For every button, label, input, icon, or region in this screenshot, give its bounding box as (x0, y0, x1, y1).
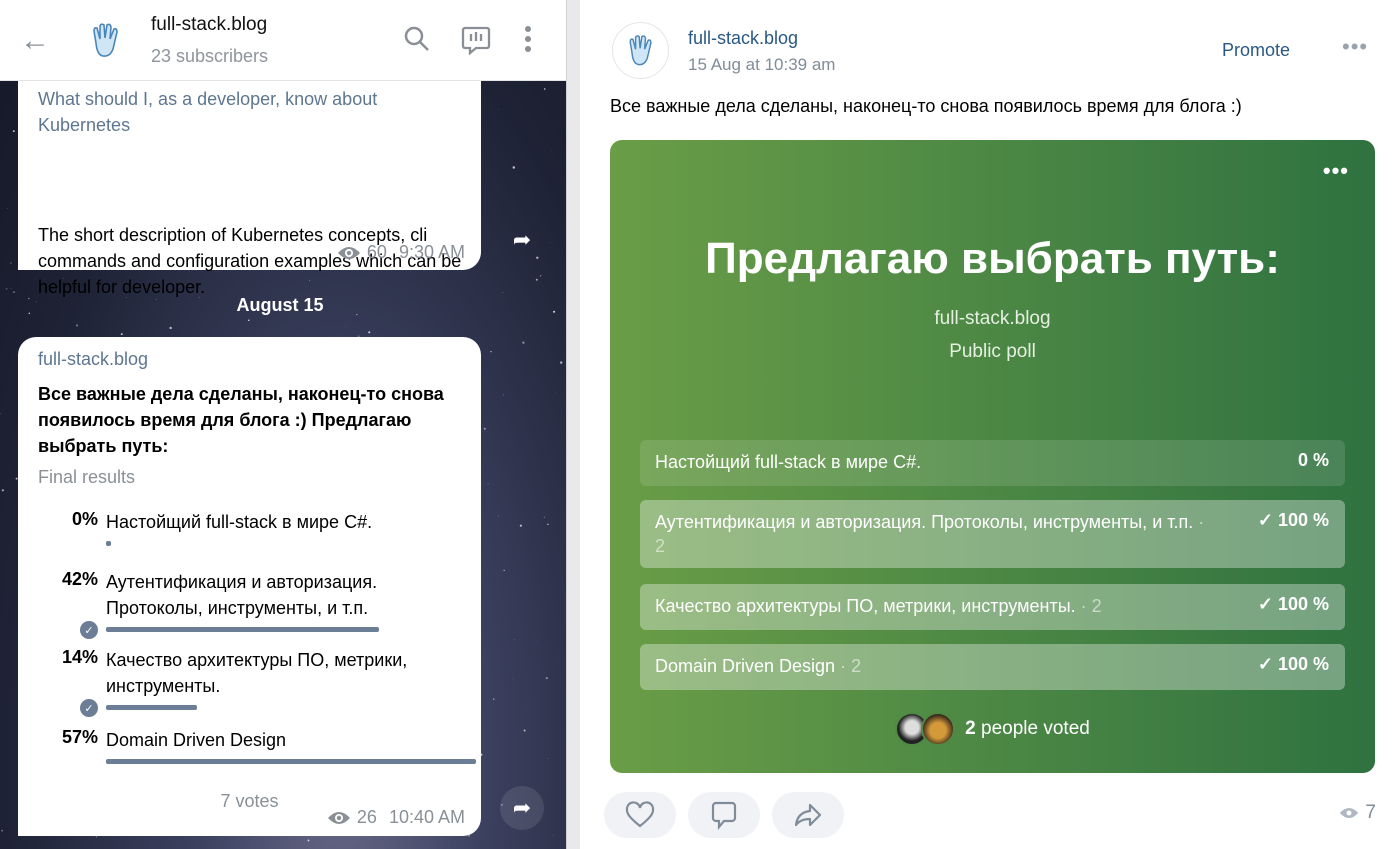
channel-avatar[interactable] (78, 16, 134, 66)
date-separator: August 15 (236, 295, 324, 315)
chat-header: ← full-stack.blog 23 subscribers (0, 0, 566, 81)
option-percent: 0 % (1297, 450, 1329, 470)
poll-option[interactable]: Настойщий full-stack в мире C#. 0 % (640, 440, 1345, 486)
option-percent: 100 % (1277, 510, 1329, 530)
channel-name[interactable]: full-stack.blog (38, 349, 148, 370)
message-time: 10:40 AM (388, 807, 465, 827)
back-arrow-icon[interactable]: ← (20, 24, 50, 58)
voters-summary[interactable]: 2 people voted (610, 712, 1375, 746)
check-icon: ✓ (1257, 510, 1278, 530)
check-icon: ✓ (1257, 654, 1278, 674)
poll-question: Все важные дела сделаны, наконец-то снов… (38, 384, 444, 456)
message-meta: 26 10:40 AM (327, 807, 465, 828)
live-stream-icon[interactable] (460, 24, 492, 56)
option-label: Настойщий full-stack в мире C#. (655, 452, 922, 472)
chosen-check-icon: ✓ (80, 699, 98, 717)
view-count: 26 (356, 807, 377, 827)
option-label: Domain Driven Design (655, 656, 836, 676)
poll-card: ••• Предлагаю выбрать путь: full-stack.b… (610, 140, 1375, 773)
poll-status: Final results (38, 467, 136, 487)
option-count: · 2 (840, 656, 862, 676)
option-label: Качество архитектуры ПО, метрики, инстру… (106, 650, 408, 696)
check-icon: ✓ (1257, 594, 1278, 614)
hand-icon (93, 23, 118, 57)
message-time: 9:30 AM (398, 242, 465, 262)
option-result-bar (106, 759, 476, 764)
post-views: 7 (1339, 802, 1376, 824)
option-percent: 100 % (1277, 654, 1329, 674)
poll-option[interactable]: Аутентификация и авторизация. Протоколы,… (640, 500, 1345, 568)
author-name[interactable]: full-stack.blog (688, 28, 798, 49)
option-label: Настойщий full-stack в мире C#. (106, 512, 373, 532)
eye-icon (337, 246, 360, 259)
more-options-icon[interactable]: ••• (1342, 34, 1368, 60)
option-result-bar (106, 705, 197, 710)
voted-count: 2 (965, 718, 976, 739)
option-percent: 0% (71, 509, 98, 529)
link-preview-title[interactable]: What should I, as a developer, know abou… (38, 86, 458, 138)
forward-icon[interactable]: ➦ (500, 786, 544, 830)
option-count: · 2 (1080, 596, 1102, 616)
view-count: 7 (1365, 802, 1376, 823)
telegram-panel: ← full-stack.blog 23 subscribers What sh… (0, 0, 566, 849)
voter-avatar[interactable] (921, 712, 956, 746)
post-date[interactable]: 15 Aug at 10:39 am (688, 55, 835, 75)
forward-icon[interactable]: ➦ (500, 218, 544, 262)
comment-icon (711, 801, 737, 830)
option-label: Domain Driven Design (106, 730, 287, 750)
subscriber-count: 23 subscribers (151, 46, 269, 66)
option-percent: 57% (61, 727, 98, 747)
heart-icon (625, 801, 655, 828)
post-text: Все важные дела сделаны, наконец-то снов… (610, 96, 1242, 116)
poll-type: Public poll (949, 341, 1036, 362)
option-percent: 100 % (1277, 594, 1329, 614)
poll-author[interactable]: full-stack.blog (610, 308, 1375, 330)
poll-title: Предлагаю выбрать путь: (705, 234, 1280, 283)
option-label: Качество архитектуры ПО, метрики, инстру… (655, 596, 1076, 616)
vk-post-panel: full-stack.blog 15 Aug at 10:39 am Promo… (580, 0, 1398, 849)
promote-button[interactable]: Promote (1222, 40, 1290, 61)
chosen-check-icon: ✓ (80, 621, 98, 639)
message-meta: 60 9:30 AM (337, 242, 465, 263)
voted-label: people voted (981, 718, 1090, 739)
eye-icon (327, 811, 350, 824)
poll-menu-icon[interactable]: ••• (1323, 158, 1349, 184)
option-result-bar (106, 627, 379, 632)
option-percent: 14% (61, 647, 98, 667)
poll-message-bubble: full-stack.blog Все важные дела сделаны,… (18, 337, 481, 836)
option-label: Аутентификация и авторизация. Протоколы,… (655, 512, 1194, 532)
option-result-bar (106, 541, 111, 546)
share-button[interactable] (772, 792, 844, 838)
poll-option[interactable]: Domain Driven Design · 2 ✓ 100 % (640, 644, 1345, 690)
poll-option[interactable]: Качество архитектуры ПО, метрики, инстру… (640, 584, 1345, 630)
more-vertical-icon[interactable] (520, 24, 536, 54)
view-count: 60 (366, 242, 387, 262)
author-avatar[interactable] (612, 22, 669, 79)
option-label: Аутентификация и авторизация. Протоколы,… (106, 572, 378, 618)
like-button[interactable] (604, 792, 676, 838)
eye-icon (1340, 808, 1359, 818)
search-icon[interactable] (402, 24, 432, 54)
comment-button[interactable] (688, 792, 760, 838)
channel-title[interactable]: full-stack.blog (151, 14, 267, 36)
share-icon (794, 803, 822, 827)
panel-divider[interactable] (566, 0, 580, 849)
option-percent: 42% (61, 569, 98, 589)
message-bubble: What should I, as a developer, know abou… (18, 60, 481, 297)
hand-icon (628, 34, 652, 65)
